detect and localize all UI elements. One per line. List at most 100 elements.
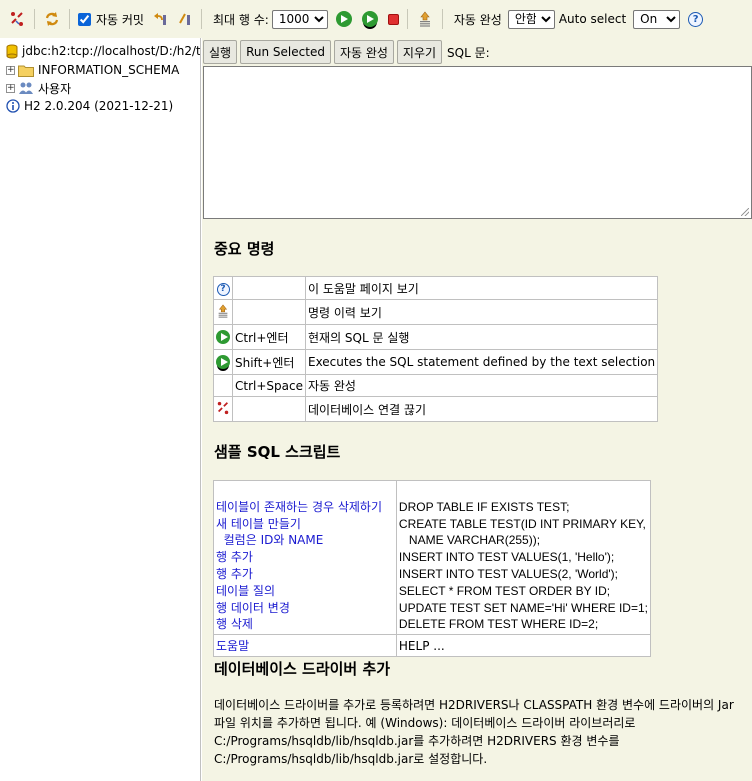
info-icon xyxy=(6,99,20,113)
table-row: Shift+엔터 Executes the SQL statement defi… xyxy=(213,349,659,375)
table-cell xyxy=(213,349,233,375)
maxrows-label: 최대 행 수: xyxy=(212,12,269,27)
autocomplete-button[interactable]: 자동 완성 xyxy=(333,40,394,64)
important-title: 중요 명령 xyxy=(214,240,275,258)
autocommit-label: 자동 커밋 xyxy=(96,12,144,27)
tree-users-label: 사용자 xyxy=(38,81,72,96)
commit-icon[interactable] xyxy=(175,10,193,28)
table-cell: 현재의 SQL 문 실행 xyxy=(304,324,659,350)
toolbar-separator xyxy=(69,9,70,29)
table-cell: 데이터베이스 연결 끊기 xyxy=(304,396,659,422)
sample-link[interactable]: 행 추가 xyxy=(216,567,253,581)
resize-handle-icon[interactable] xyxy=(741,208,749,216)
table-cell xyxy=(213,324,233,350)
table-cell xyxy=(213,396,233,422)
table-row: 데이터베이스 연결 끊기 xyxy=(213,396,659,422)
toolbar-separator xyxy=(406,9,408,29)
table-row: 명령 이력 보기 xyxy=(213,299,659,325)
table-cell xyxy=(232,299,306,325)
sample-sql: INSERT INTO TEST VALUES(1, 'Hello'); xyxy=(398,550,615,565)
sample-link[interactable]: 행 삭제 xyxy=(216,617,253,631)
table-cell xyxy=(213,374,233,397)
autoselect-select[interactable]: On xyxy=(633,9,681,29)
disconnect-icon[interactable] xyxy=(8,10,26,28)
sample-link[interactable]: 행 데이터 변경 xyxy=(216,601,290,615)
tree-connection[interactable]: jdbc:h2:tcp://localhost/D:/h2/test xyxy=(6,42,201,60)
sample-script-cell: 테이블이 존재하는 경우 삭제하기 새 테이블 만들기 컬럼은 ID와 NAME… xyxy=(213,479,397,636)
run-icon[interactable] xyxy=(335,11,352,27)
sql-toolbar: 실행 Run Selected 자동 완성 지우기 SQL 문: xyxy=(203,40,490,64)
drivers-title: 데이터베이스 드라이버 추가 xyxy=(214,660,391,678)
important-table: ? 이 도움말 페이지 보기 명령 이력 보기 Ctrl+엔터 현재의 SQL … xyxy=(213,276,659,422)
tree-users[interactable]: + 사용자 xyxy=(6,79,71,97)
table-cell: Ctrl+Space xyxy=(232,374,306,397)
autoselect-label: Auto select xyxy=(558,12,627,26)
sql-editor[interactable] xyxy=(203,66,752,219)
tree-version-label: H2 2.0.204 (2021-12-21) xyxy=(24,99,174,113)
users-icon xyxy=(19,82,33,94)
table-cell: ? xyxy=(213,276,233,300)
sql-label: SQL 문: xyxy=(447,45,490,60)
run-selected-icon xyxy=(216,355,230,369)
main-panel: 실행 Run Selected 자동 완성 지우기 SQL 문: 중요 명령 ?… xyxy=(202,38,752,781)
tree-schema-label: INFORMATION_SCHEMA xyxy=(38,63,180,77)
history-icon[interactable] xyxy=(416,10,434,28)
tree-connection-label: jdbc:h2:tcp://localhost/D:/h2/test xyxy=(22,44,201,58)
run-selected-button[interactable]: Run Selected xyxy=(240,40,331,64)
clear-button[interactable]: 지우기 xyxy=(396,40,443,64)
sample-table: 테이블이 존재하는 경우 삭제하기 새 테이블 만들기 컬럼은 ID와 NAME… xyxy=(213,479,652,658)
folder-icon xyxy=(18,65,34,77)
autocomplete-label: 자동 완성 xyxy=(453,12,502,27)
sample-link[interactable]: 새 테이블 만들기 xyxy=(216,517,301,531)
tree-schema[interactable]: + INFORMATION_SCHEMA xyxy=(6,61,179,79)
table-row: Ctrl+Space 자동 완성 xyxy=(213,374,659,397)
tree-version: H2 2.0.204 (2021-12-21) xyxy=(6,97,173,115)
table-cell xyxy=(213,299,233,325)
table-cell: 이 도움말 페이지 보기 xyxy=(304,276,659,300)
table-row: ? 이 도움말 페이지 보기 xyxy=(213,276,659,300)
sample-link[interactable]: 컬럼은 ID와 NAME xyxy=(216,533,324,547)
sample-sql: DELETE FROM TEST WHERE ID=2; xyxy=(398,617,599,632)
table-cell: Ctrl+엔터 xyxy=(232,324,306,350)
refresh-icon[interactable] xyxy=(43,10,61,28)
table-cell: 도움말 xyxy=(213,634,397,658)
table-cell xyxy=(232,276,306,300)
sample-sql: NAME VARCHAR(255)); xyxy=(398,533,541,548)
rollback-icon[interactable] xyxy=(151,10,169,28)
help-icon[interactable]: ? xyxy=(688,11,704,27)
history-icon xyxy=(218,303,228,318)
toolbar-separator xyxy=(441,9,443,29)
toolbar-separator xyxy=(34,9,35,29)
database-icon xyxy=(6,44,18,58)
run-button[interactable]: 실행 xyxy=(203,40,238,64)
autocomplete-select[interactable]: 안함 xyxy=(507,9,555,29)
drivers-text: 데이터베이스 드라이버를 추가로 등록하려면 H2DRIVERS나 CLASSP… xyxy=(214,698,734,766)
run-selected-icon[interactable] xyxy=(361,11,378,27)
table-row: 도움말 HELP ... xyxy=(213,634,652,658)
toolbar: 자동 커밋 최대 행 수: 1000 자동 완성 안함 Auto select … xyxy=(0,0,752,38)
sample-link[interactable]: 테이블 질의 xyxy=(216,584,275,598)
help-link[interactable]: 도움말 xyxy=(216,639,249,653)
table-cell: 자동 완성 xyxy=(304,374,659,397)
object-tree: jdbc:h2:tcp://localhost/D:/h2/test + INF… xyxy=(0,38,201,781)
expand-icon[interactable]: + xyxy=(6,83,15,93)
table-cell: Shift+엔터 xyxy=(232,349,306,375)
table-row: 테이블이 존재하는 경우 삭제하기 새 테이블 만들기 컬럼은 ID와 NAME… xyxy=(213,479,652,636)
run-icon xyxy=(216,330,230,344)
sample-sql: UPDATE TEST SET NAME='Hi' WHERE ID=1; xyxy=(398,600,648,615)
sample-sql: SELECT * FROM TEST ORDER BY ID; xyxy=(398,583,611,598)
sample-link[interactable]: 행 추가 xyxy=(216,550,253,564)
table-cell: HELP ... xyxy=(395,634,652,658)
sample-sql-cell: DROP TABLE IF EXISTS TEST; CREATE TABLE … xyxy=(395,479,652,636)
expand-icon[interactable]: + xyxy=(6,65,15,75)
sample-link[interactable]: 테이블이 존재하는 경우 삭제하기 xyxy=(216,500,382,514)
toolbar-separator xyxy=(200,9,202,29)
maxrows-select[interactable]: 1000 xyxy=(271,9,328,29)
table-cell: Executes the SQL statement defined by th… xyxy=(304,349,659,375)
sample-sql: INSERT INTO TEST VALUES(2, 'World'); xyxy=(398,566,618,581)
disconnect-icon xyxy=(217,401,229,414)
sample-sql: CREATE TABLE TEST(ID INT PRIMARY KEY, xyxy=(398,516,646,531)
stop-icon[interactable] xyxy=(387,13,399,25)
table-cell: 명령 이력 보기 xyxy=(304,299,659,325)
autocommit-checkbox[interactable] xyxy=(78,12,91,26)
